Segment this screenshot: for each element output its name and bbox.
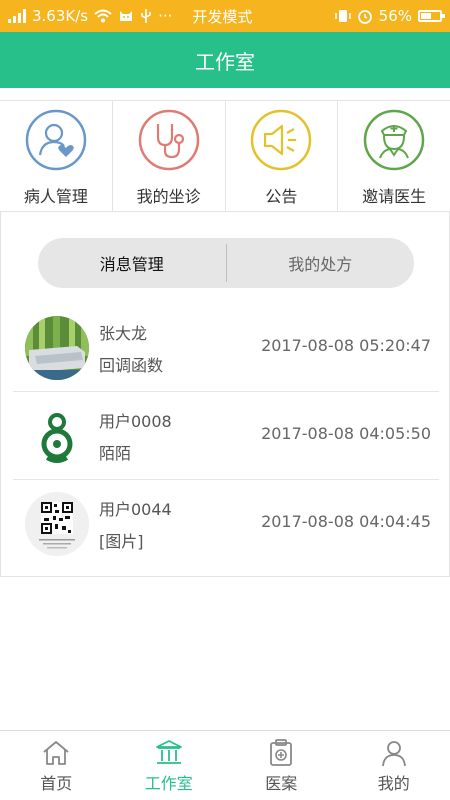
developer-mode-label: 开发模式 <box>192 7 253 26</box>
doctor-icon <box>363 109 425 171</box>
network-speed: 3.63K/s <box>32 7 89 25</box>
battery-percent: 56% <box>378 7 412 25</box>
message-time: 2017-08-08 04:05:50 <box>261 424 431 443</box>
message-time: 2017-08-08 04:04:45 <box>261 512 431 531</box>
patient-heart-icon <box>25 109 87 171</box>
patient-management-button[interactable]: 病人管理 <box>0 101 113 211</box>
my-consultation-button[interactable]: 我的坐诊 <box>113 101 226 211</box>
message-row[interactable]: 用户0044 [图片] 2017-08-08 04:04:45 <box>13 480 439 568</box>
alarm-icon <box>357 10 372 24</box>
battery-icon <box>418 10 445 22</box>
studio-icon <box>155 739 182 764</box>
message-preview: 回调函数 <box>99 355 164 375</box>
nav-studio[interactable]: 工作室 <box>113 731 226 800</box>
nav-home[interactable]: 首页 <box>0 731 113 800</box>
bottom-navigation: 首页 工作室 医案 我的 <box>0 730 450 800</box>
message-preview: [图片] <box>99 532 144 551</box>
title-bar: 工作室 <box>0 32 450 88</box>
nav-medical-cases[interactable]: 医案 <box>225 731 338 800</box>
status-dots: ··· <box>158 7 173 25</box>
avatar-qr-code <box>25 492 89 556</box>
medical-case-icon <box>270 738 293 766</box>
announcement-button[interactable]: 公告 <box>226 101 339 211</box>
message-panel: 消息管理 我的处方 张大龙 回调函数 2017-08-08 05:20:47 用… <box>0 212 450 577</box>
message-list: 张大龙 回调函数 2017-08-08 05:20:47 用户0008 陌陌 2… <box>13 304 439 568</box>
wifi-icon <box>94 9 112 23</box>
nav-label-studio: 工作室 <box>144 773 193 793</box>
cat-icon <box>120 11 133 21</box>
vibrate-icon <box>334 10 351 22</box>
signal-icon <box>8 9 26 23</box>
segmented-control: 消息管理 我的处方 <box>38 238 414 288</box>
message-row[interactable]: 张大龙 回调函数 2017-08-08 05:20:47 <box>13 304 439 392</box>
grid-label-invite: 邀请医生 <box>362 187 427 206</box>
nav-label-mine: 我的 <box>377 773 410 793</box>
tab-my-prescriptions[interactable]: 我的处方 <box>227 238 415 288</box>
grid-label-announcement: 公告 <box>265 187 298 206</box>
home-icon <box>43 740 69 765</box>
profile-icon <box>381 740 406 766</box>
message-preview: 陌陌 <box>99 443 132 463</box>
nav-mine[interactable]: 我的 <box>338 731 450 800</box>
tab-message-management[interactable]: 消息管理 <box>38 238 226 288</box>
quick-action-grid: 病人管理 我的坐诊 公告 邀请医生 <box>0 100 450 212</box>
stethoscope-icon <box>138 109 199 171</box>
nav-label-home: 首页 <box>40 773 73 793</box>
page-title: 工作室 <box>195 49 255 74</box>
message-time: 2017-08-08 05:20:47 <box>261 336 431 355</box>
avatar-green-logo <box>25 403 89 468</box>
usb-icon <box>141 9 151 23</box>
status-bar: 3.63K/s ··· 开发模式 56% <box>0 0 450 32</box>
grid-label-consultation: 我的坐诊 <box>136 187 201 206</box>
nav-label-cases: 医案 <box>265 773 298 793</box>
avatar-sofa-photo <box>25 315 89 380</box>
speaker-icon <box>251 109 312 171</box>
invite-doctor-button[interactable]: 邀请医生 <box>338 101 450 211</box>
grid-label-patients: 病人管理 <box>23 187 88 206</box>
message-row[interactable]: 用户0008 陌陌 2017-08-08 04:05:50 <box>13 392 439 480</box>
